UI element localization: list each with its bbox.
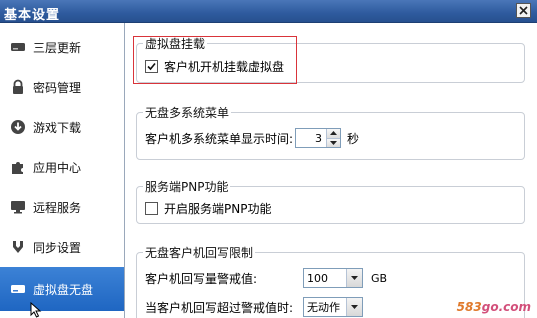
sidebar-item-label: 游戏下载 [33,120,82,135]
group-title: 无盘多系统菜单 [143,104,232,121]
puzzle-icon [12,162,23,174]
select-dropdown-button[interactable] [346,269,362,287]
write-warning-label: 客户机回写量警戒值: [145,271,258,286]
sidebar-item-label: 三层更新 [33,40,82,55]
watermark-suffix: go.com [481,300,531,314]
menu-display-time-stepper[interactable]: 3 [295,128,342,148]
disk-icon [11,285,25,293]
sidebar-item-label: 同步设置 [33,240,82,255]
title-bar: 基本设置 [0,0,537,23]
menu-display-time-label: 客户机多系统菜单显示时间: [145,131,294,146]
sync-icon [13,241,23,253]
sidebar-item-password[interactable]: 密码管理 [0,67,124,107]
write-warning-select[interactable]: 100 [303,268,363,288]
select-value: 100 [307,271,328,285]
close-icon [519,6,528,15]
watermark: 583go.com [457,300,531,314]
sidebar-item-sync-settings[interactable]: 同步设置 [0,227,124,267]
menu-display-time-row: 客户机多系统菜单显示时间: 3 秒 [145,128,359,148]
window-title: 基本设置 [4,8,61,23]
select-value: 无动作 [307,301,340,314]
sidebar-item-label: 虚拟盘无盘 [33,282,94,297]
gb-unit: GB [371,271,388,285]
arrow-down-icon [330,140,338,145]
checkbox-label: 开启服务端PNP功能 [164,202,272,216]
sidebar-item-3layer-update[interactable]: 三层更新 [0,27,124,67]
group-multi-system-menu: 无盘多系统菜单 客户机多系统菜单显示时间: 3 秒 [136,104,525,160]
enable-pnp-option[interactable]: 开启服务端PNP功能 [145,200,271,217]
select-dropdown-button[interactable] [346,298,362,316]
sidebar-item-app-center[interactable]: 应用中心 [0,147,124,187]
arrow-up-icon [330,131,338,136]
stepper-up-button[interactable] [327,129,341,138]
write-exceed-action-label: 当客户机回写超过警戒值时: [145,300,294,315]
group-title: 无盘客户机回写限制 [143,244,256,261]
lock-icon [13,79,23,94]
chevron-down-icon [351,276,358,280]
sidebar-item-remote-service[interactable]: 远程服务 [0,187,124,227]
write-exceed-action-row: 当客户机回写超过警戒值时: 无动作 [145,297,363,317]
watermark-prefix: 583 [456,300,482,314]
stepper-value: 3 [315,131,323,145]
drive-icon [11,43,25,51]
enable-pnp-checkbox[interactable] [145,202,158,215]
sidebar-item-virtual-disk[interactable]: 虚拟盘无盘 [0,267,124,311]
group-title: 服务端PNP功能 [143,178,231,195]
close-button[interactable] [516,3,531,18]
write-exceed-action-select[interactable]: 无动作 [303,297,363,317]
sidebar-item-game-download[interactable]: 游戏下载 [0,107,124,147]
download-icon [11,120,25,134]
mouse-cursor-icon [30,302,42,318]
seconds-unit: 秒 [347,131,360,146]
chevron-down-icon [351,305,358,309]
sidebar-item-label: 应用中心 [33,160,82,175]
group-server-pnp: 服务端PNP功能 开启服务端PNP功能 [136,178,525,224]
monitor-icon [11,201,25,214]
sidebar-item-label: 密码管理 [33,80,82,95]
annotation-highlight-box [133,36,297,84]
sidebar-item-label: 远程服务 [33,200,82,215]
write-warning-row: 客户机回写量警戒值: 100 GB [145,268,387,288]
stepper-down-button[interactable] [327,137,341,147]
sidebar: 三层更新 密码管理 游戏下载 应用中心 远程服务 同步设置 虚拟盘无盘 [0,23,125,318]
